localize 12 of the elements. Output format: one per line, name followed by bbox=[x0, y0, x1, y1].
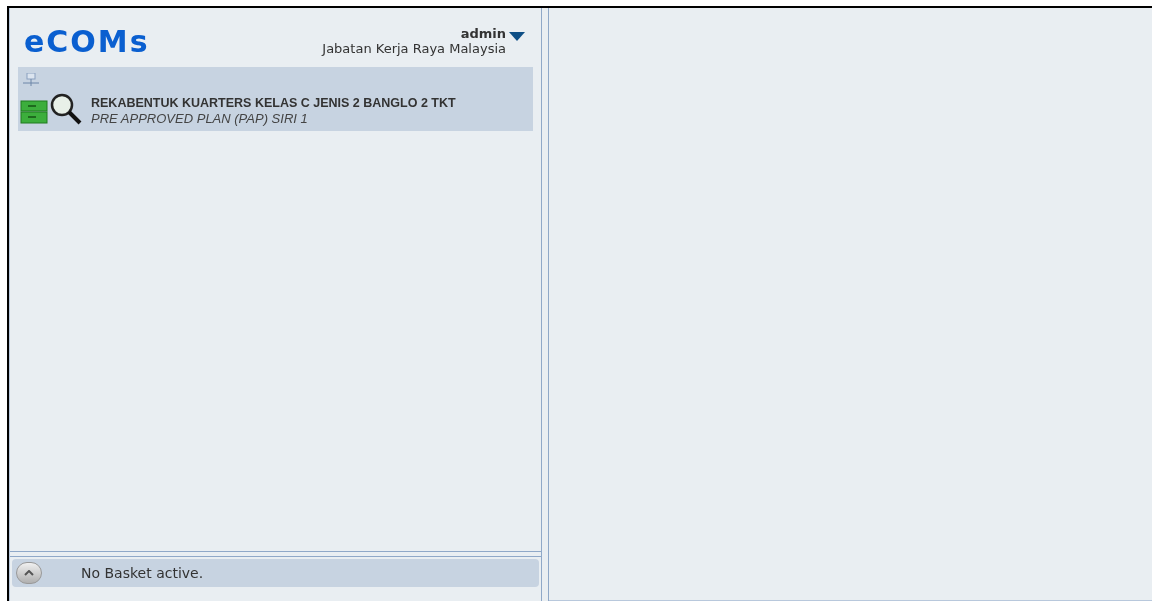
dropdown-icon[interactable] bbox=[509, 32, 525, 41]
project-title: REKABENTUK KUARTERS KELAS C JENIS 2 BANGLO 2 TKT bbox=[91, 95, 456, 111]
expand-button[interactable] bbox=[16, 562, 42, 584]
cabinet-magnifier-icon bbox=[20, 93, 82, 125]
caret-up-icon bbox=[24, 570, 34, 576]
project-item[interactable]: REKABENTUK KUARTERS KELAS C JENIS 2 BANGLO 2 TKT PRE APPROVED PLAN (PAP) SIRI 1 bbox=[18, 67, 533, 131]
app-logo: eCOMs bbox=[24, 27, 150, 57]
network-icon bbox=[23, 73, 39, 87]
project-subtitle: PRE APPROVED PLAN (PAP) SIRI 1 bbox=[91, 111, 309, 127]
basket-status: No Basket active. bbox=[81, 563, 204, 583]
organization-name: Jabatan Kerja Raya Malaysia bbox=[322, 41, 506, 57]
user-name: admin bbox=[460, 26, 506, 41]
